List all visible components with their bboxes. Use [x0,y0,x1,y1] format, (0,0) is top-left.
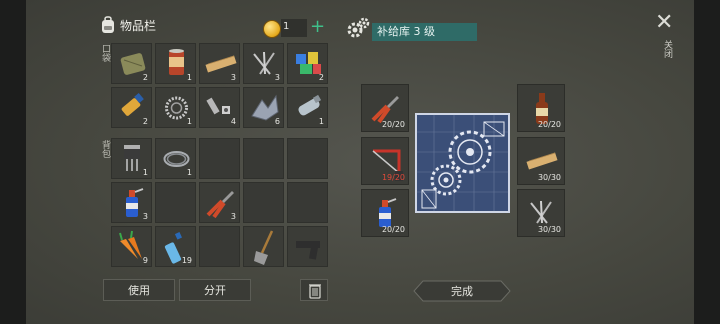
craft-output-count: 20/20 [537,120,561,129]
inventory-slot-cloth-bundle[interactable]: 2 [111,43,152,84]
slot-count: 1 [186,168,192,177]
inventory-slot-empty[interactable] [243,182,284,223]
inventory-slot-scrap-metal[interactable]: 6 [243,87,284,128]
pistol-icon [296,241,320,260]
inventory-slot-glue-tube[interactable]: 2 [111,87,152,128]
craft-output-count: 30/30 [537,225,561,234]
slot-count: 3 [274,73,280,82]
slot-count: 9 [142,256,148,265]
inventory-slot-empty[interactable] [155,182,196,223]
inventory-title: 物品栏 [120,18,157,33]
slot-count: 1 [186,73,192,82]
inventory-header: 物品栏 [100,16,156,34]
close-icon[interactable]: ✕ [655,10,673,35]
inventory-slot-gas-canister[interactable]: 3 [111,182,152,223]
slot-count: 3 [230,73,236,82]
slot-count: 3 [230,212,236,221]
gears-icon [347,17,370,38]
inventory-slot-bearing-ring[interactable]: 1 [155,87,196,128]
station-title: 补给库 3 级 [372,23,477,41]
inventory-slot-nails[interactable]: 3 [243,43,284,84]
inventory-slot-empty[interactable] [287,182,328,223]
inventory-slot-colored-boxes[interactable]: 2 [287,43,328,84]
craft-output-slot-wood-plank[interactable]: 30/30 [517,137,565,185]
craft-output-count: 30/30 [537,173,561,182]
slot-count: 2 [142,117,148,126]
coin-icon [263,20,281,38]
blueprint-icon [415,113,510,213]
inventory-slot-pliers[interactable]: 3 [199,182,240,223]
craft-input-count: 20/20 [381,120,405,129]
slot-count: 2 [318,73,324,82]
backpack-icon [102,16,114,33]
left-border [0,0,26,324]
inventory-slot-empty[interactable] [199,138,240,179]
slot-count: 3 [142,212,148,221]
craft-header [345,16,371,40]
inventory-slot-pistol[interactable] [287,226,328,267]
slot-count: 1 [186,117,192,126]
slot-count: 1 [318,117,324,126]
slot-count: 1 [142,168,148,177]
craft-input-count: 19/20 [381,173,405,182]
slot-count: 19 [181,256,192,265]
slot-count: 6 [274,117,280,126]
coin-count: 1 [283,21,290,32]
inventory-slot-canned-food[interactable]: 1 [155,43,196,84]
inventory-slot-bolts[interactable]: 4 [199,87,240,128]
inventory-slot-empty[interactable] [287,138,328,179]
craft-input-slot-gas-canister[interactable]: 20/20 [361,189,409,237]
trash-icon [309,284,321,299]
craft-input-count: 20/20 [381,225,405,234]
craft-input-slot-pliers[interactable]: 20/20 [361,84,409,132]
inventory-slot-transistor[interactable]: 1 [111,138,152,179]
close-label[interactable]: 关闭 [661,40,674,58]
split-button[interactable]: 分开 [179,279,251,301]
inventory-slot-spring[interactable]: 1 [287,87,328,128]
craft-input-slot-hacksaw[interactable]: 19/20 [361,137,409,185]
inventory-slot-carrots[interactable]: 9 [111,226,152,267]
done-button-label[interactable]: 完成 [413,280,511,302]
inventory-slot-wood-plank[interactable]: 3 [199,43,240,84]
inventory-slot-water-bottle[interactable]: 19 [155,226,196,267]
right-border [694,0,720,324]
inventory-slot-empty[interactable] [243,138,284,179]
inventory-slot-shovel[interactable] [243,226,284,267]
craft-output-slot-nails[interactable]: 30/30 [517,189,565,237]
add-coins-button[interactable]: + [310,17,325,37]
slot-count: 2 [142,73,148,82]
inventory-slot-empty[interactable] [199,226,240,267]
craft-output-slot-liquor-bottle[interactable]: 20/20 [517,84,565,132]
use-button[interactable]: 使用 [103,279,175,301]
inventory-slot-wire-coil[interactable]: 1 [155,138,196,179]
slot-count: 4 [230,117,236,126]
shovel-icon [254,230,274,265]
trash-button[interactable] [300,279,328,301]
